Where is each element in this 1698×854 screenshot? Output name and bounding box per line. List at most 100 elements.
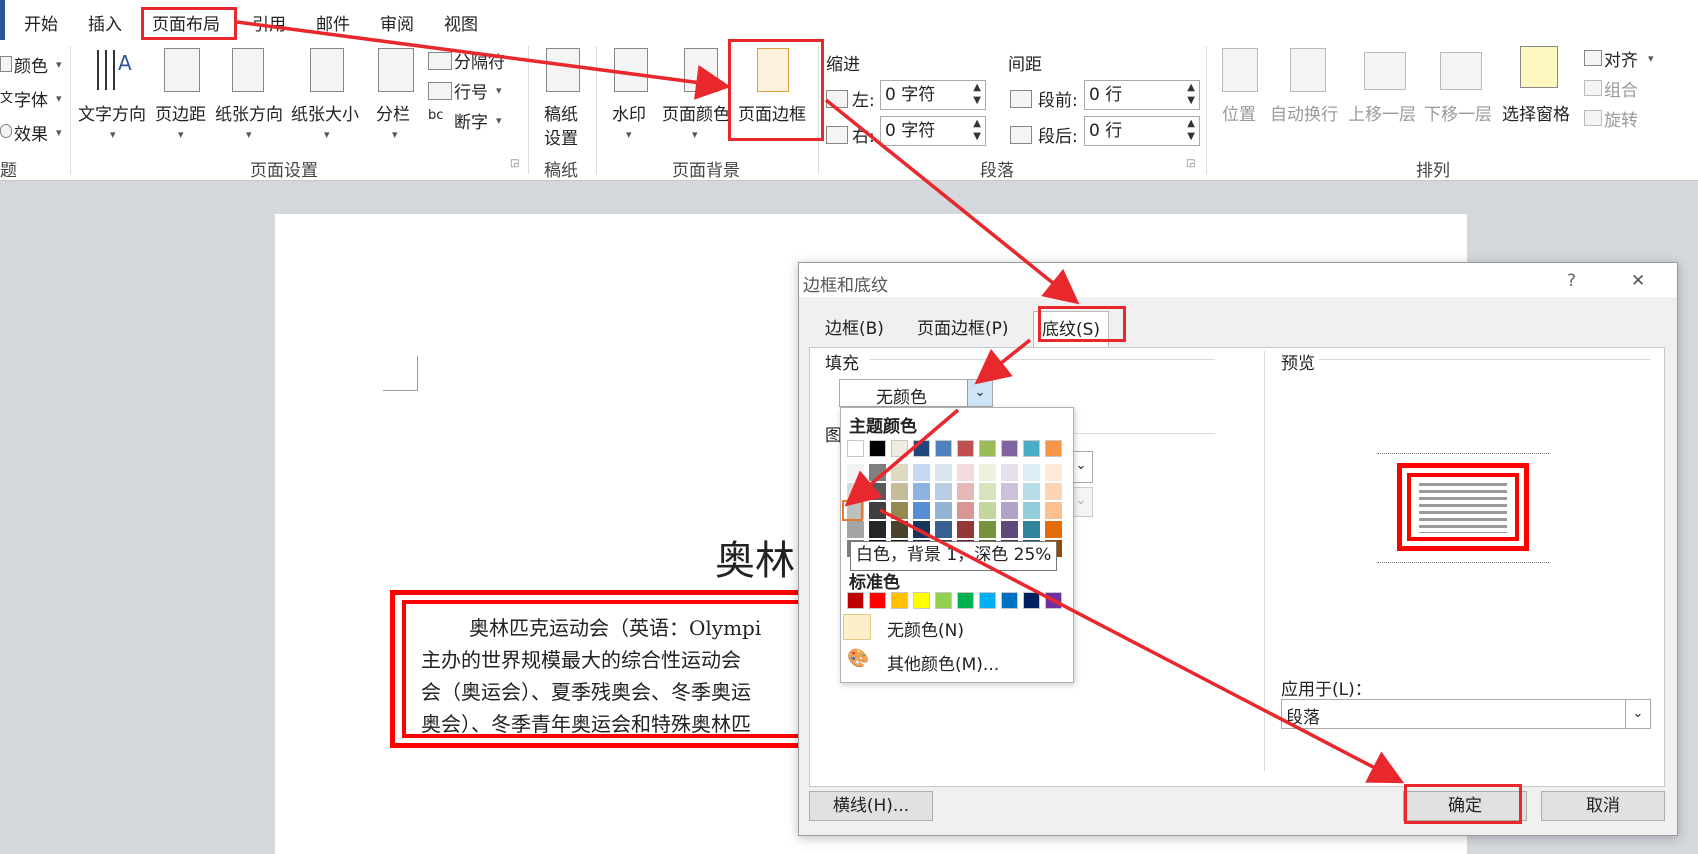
indent-left-input[interactable]: 0 字符 ▲ ▼ [880, 80, 986, 110]
theme-color-swatch[interactable] [913, 440, 930, 457]
close-button[interactable]: ✕ [1631, 271, 1645, 291]
theme-shade-swatch[interactable] [913, 464, 930, 481]
spacing-before-input[interactable]: 0 行 ▲ ▼ [1084, 80, 1200, 110]
orientation-button[interactable]: 纸张方向 [215, 100, 283, 125]
tab-references[interactable]: 引用 [252, 10, 286, 35]
theme-shade-swatch[interactable] [1001, 502, 1018, 519]
theme-effects-button[interactable]: 效果 [14, 120, 48, 145]
theme-color-swatch[interactable] [869, 440, 886, 457]
spinner-arrows-icon[interactable]: ▲ ▼ [1187, 117, 1195, 143]
theme-shade-swatch[interactable] [935, 521, 952, 538]
standard-color-swatch[interactable] [979, 592, 996, 609]
theme-shade-swatch[interactable] [869, 502, 886, 519]
standard-color-swatch[interactable] [1045, 592, 1062, 609]
theme-shade-swatch[interactable] [913, 521, 930, 538]
theme-shade-swatch[interactable] [1023, 464, 1040, 481]
theme-shade-swatch[interactable] [1001, 483, 1018, 500]
theme-color-swatch[interactable] [957, 440, 974, 457]
tab-insert[interactable]: 插入 [88, 10, 122, 35]
wrap-text-button[interactable]: 自动换行 [1270, 100, 1338, 125]
selection-pane-button[interactable]: 选择窗格 [1502, 100, 1570, 125]
theme-shade-swatch[interactable] [957, 521, 974, 538]
spinner-arrows-icon[interactable]: ▲ ▼ [1187, 81, 1195, 107]
theme-shade-swatch[interactable] [891, 464, 908, 481]
rotate-button[interactable]: 旋转 [1604, 106, 1638, 131]
theme-shade-swatch[interactable] [913, 483, 930, 500]
theme-shade-swatch[interactable] [847, 483, 864, 500]
tab-view[interactable]: 视图 [444, 10, 478, 35]
theme-color-swatch[interactable] [847, 440, 864, 457]
standard-color-swatch[interactable] [957, 592, 974, 609]
standard-color-swatch[interactable] [847, 592, 864, 609]
theme-colors-button[interactable]: 颜色 [14, 52, 48, 77]
hyphenation-button[interactable]: 断字 [454, 108, 488, 133]
tab-review[interactable]: 审阅 [380, 10, 414, 35]
columns-button[interactable]: 分栏 [376, 100, 410, 125]
theme-shade-swatch[interactable] [957, 464, 974, 481]
no-color-option[interactable]: 无颜色(N) [887, 616, 964, 641]
theme-shade-swatch[interactable] [869, 464, 886, 481]
group-button[interactable]: 组合 [1604, 76, 1638, 101]
help-button[interactable]: ? [1567, 271, 1576, 291]
spinner-arrows-icon[interactable]: ▲ ▼ [973, 81, 981, 107]
theme-color-swatch[interactable] [1001, 440, 1018, 457]
more-colors-option[interactable]: 其他颜色(M)... [887, 650, 999, 675]
theme-shade-swatch[interactable] [935, 464, 952, 481]
theme-color-swatch[interactable] [979, 440, 996, 457]
chevron-down-icon[interactable]: ⌄ [967, 380, 992, 406]
paper-size-button[interactable]: 纸张大小 [291, 100, 359, 125]
watermark-button[interactable]: 水印 [612, 100, 646, 125]
margins-button[interactable]: 页边距 [155, 100, 206, 125]
breaks-button[interactable]: 分隔符 [454, 48, 505, 73]
theme-shade-swatch[interactable] [891, 521, 908, 538]
theme-shade-swatch[interactable] [979, 502, 996, 519]
tab-page-border[interactable]: 页面边框(P) [909, 311, 1017, 347]
standard-color-swatch[interactable] [1001, 592, 1018, 609]
text-direction-button[interactable]: 文字方向 [78, 100, 146, 125]
theme-fonts-button[interactable]: 字体 [14, 86, 48, 111]
theme-shade-swatch[interactable] [1001, 521, 1018, 538]
manuscript-button-line1[interactable]: 稿纸 [544, 100, 578, 125]
position-button[interactable]: 位置 [1222, 100, 1256, 125]
tab-borders[interactable]: 边框(B) [817, 311, 892, 347]
theme-color-swatch[interactable] [891, 440, 908, 457]
theme-shade-swatch[interactable] [979, 464, 996, 481]
theme-shade-swatch[interactable] [1045, 483, 1062, 500]
theme-shade-swatch[interactable] [957, 502, 974, 519]
send-backward-button[interactable]: 下移一层 [1424, 100, 1492, 125]
standard-color-swatch[interactable] [913, 592, 930, 609]
cancel-button[interactable]: 取消 [1541, 791, 1665, 821]
theme-color-swatch[interactable] [1023, 440, 1040, 457]
tab-mailings[interactable]: 邮件 [316, 10, 350, 35]
file-tab-edge[interactable] [0, 0, 5, 40]
page-color-button[interactable]: 页面颜色 [662, 100, 730, 125]
standard-color-swatch[interactable] [891, 592, 908, 609]
theme-shade-swatch[interactable] [1001, 464, 1018, 481]
theme-shade-swatch[interactable] [847, 464, 864, 481]
theme-shade-swatch[interactable] [869, 521, 886, 538]
standard-color-swatch[interactable] [935, 592, 952, 609]
theme-shade-swatch[interactable] [1045, 502, 1062, 519]
theme-shade-swatch[interactable] [847, 521, 864, 538]
theme-shade-swatch[interactable] [979, 521, 996, 538]
apply-to-dropdown[interactable]: 段落 ⌄ [1281, 699, 1651, 729]
theme-shade-swatch[interactable] [979, 483, 996, 500]
dialog-launcher-icon[interactable]: ◲ [1186, 158, 1195, 169]
spacing-after-input[interactable]: 0 行 ▲ ▼ [1084, 116, 1200, 146]
theme-color-swatch[interactable] [935, 440, 952, 457]
theme-shade-swatch[interactable] [891, 483, 908, 500]
standard-color-swatch[interactable] [1023, 592, 1040, 609]
theme-shade-swatch[interactable] [891, 502, 908, 519]
theme-shade-swatch[interactable] [1023, 521, 1040, 538]
theme-shade-swatch[interactable] [1023, 502, 1040, 519]
manuscript-button-line2[interactable]: 设置 [544, 124, 578, 149]
tab-home[interactable]: 开始 [24, 10, 58, 35]
theme-shade-swatch[interactable] [935, 483, 952, 500]
line-numbers-button[interactable]: 行号 [454, 78, 488, 103]
theme-shade-swatch[interactable] [1045, 521, 1062, 538]
horizontal-line-button[interactable]: 横线(H)... [809, 791, 933, 821]
theme-color-swatch[interactable] [1045, 440, 1062, 457]
fill-color-dropdown[interactable]: 无颜色 ⌄ [839, 379, 993, 408]
align-button[interactable]: 对齐 [1604, 46, 1638, 71]
theme-shade-swatch[interactable] [935, 502, 952, 519]
